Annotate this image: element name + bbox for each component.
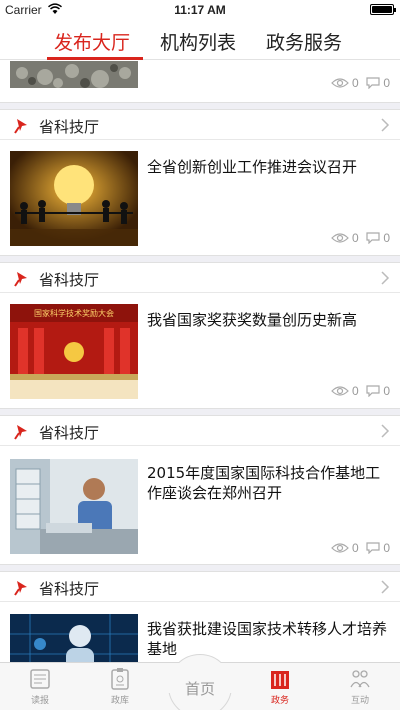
nav-label: 政库 bbox=[110, 696, 129, 706]
home-button-label[interactable]: 首页 bbox=[168, 678, 232, 699]
nav-government-affairs[interactable]: 政务 bbox=[250, 667, 310, 706]
comment-icon bbox=[366, 385, 380, 397]
active-tab-indicator bbox=[47, 57, 143, 60]
people-icon bbox=[350, 670, 370, 688]
comment-icon bbox=[366, 77, 380, 89]
view-count: 0 bbox=[351, 540, 359, 555]
clipboard-icon bbox=[111, 668, 129, 690]
nav-policy-library[interactable]: 政库 bbox=[90, 667, 150, 706]
news-card-partial[interactable]: 0 0 bbox=[0, 61, 400, 102]
nav-label: 互动 bbox=[350, 696, 369, 706]
eye-icon bbox=[330, 78, 349, 88]
card-separator bbox=[0, 408, 400, 416]
comment-count: 0 bbox=[383, 75, 390, 90]
news-feed[interactable]: 0 0 省科技厅 全省创新创业工作推进会议召开 0 0 省科技厅 国家科学技术奖… bbox=[0, 61, 400, 662]
card-header[interactable]: 省科技厅 bbox=[0, 110, 400, 140]
comment-count: 0 bbox=[383, 540, 390, 555]
comment-icon bbox=[366, 542, 380, 554]
card-separator bbox=[0, 255, 400, 263]
news-stats: 0 0 bbox=[330, 75, 390, 91]
news-title[interactable]: 我省国家奖获奖数量创历史新高 bbox=[147, 310, 388, 330]
news-card[interactable]: 省科技厅 全省创新创业工作推进会议召开 0 0 bbox=[0, 110, 400, 255]
newspaper-icon bbox=[30, 669, 50, 689]
eye-icon bbox=[330, 386, 349, 396]
clock: 11:17 AM bbox=[174, 3, 226, 17]
view-count: 0 bbox=[351, 230, 359, 245]
comment-count: 0 bbox=[383, 230, 390, 245]
chevron-right-icon bbox=[381, 580, 390, 594]
news-stats: 0 0 bbox=[330, 383, 390, 399]
news-title[interactable]: 我省获批建设国家技术转移人才培养基地 bbox=[147, 619, 388, 659]
comment-icon bbox=[366, 232, 380, 244]
nav-read-newspaper[interactable]: 读报 bbox=[10, 667, 70, 706]
news-title[interactable]: 全省创新创业工作推进会议召开 bbox=[147, 157, 388, 177]
card-header[interactable]: 省科技厅 bbox=[0, 263, 400, 293]
news-stats: 0 0 bbox=[330, 230, 390, 246]
source-label: 省科技厅 bbox=[39, 424, 100, 442]
news-thumbnail bbox=[10, 61, 138, 88]
news-thumbnail: 国家科学技术奖励大会 bbox=[10, 304, 138, 399]
news-card[interactable]: 省科技厅 国家科学技术奖励大会 我省国家奖获奖数量创历史新高 0 0 bbox=[0, 263, 400, 408]
news-card[interactable]: 省科技厅 2015年度国家国际科技合作基地工作座谈会在郑州召开 0 0 bbox=[0, 416, 400, 564]
pin-icon bbox=[14, 581, 27, 596]
eye-icon bbox=[330, 543, 349, 553]
eye-icon bbox=[330, 233, 349, 243]
view-count: 0 bbox=[351, 75, 359, 90]
chevron-right-icon bbox=[381, 271, 390, 285]
news-thumbnail bbox=[10, 459, 138, 554]
tab-government-services[interactable]: 政务服务 bbox=[266, 28, 342, 55]
card-header[interactable]: 省科技厅 bbox=[0, 572, 400, 602]
chevron-right-icon bbox=[381, 424, 390, 438]
news-card[interactable]: 省科技厅 我省获批建设国家技术转移人才培养基地 bbox=[0, 572, 400, 662]
nav-interaction[interactable]: 互动 bbox=[330, 667, 390, 706]
view-count: 0 bbox=[351, 383, 359, 398]
top-tabs: 发布大厅 机构列表 政务服务 bbox=[0, 20, 400, 60]
government-icon bbox=[271, 671, 289, 689]
news-title[interactable]: 2015年度国家国际科技合作基地工作座谈会在郑州召开 bbox=[147, 463, 388, 503]
nav-label: 政务 bbox=[270, 696, 289, 706]
battery-icon bbox=[370, 4, 396, 15]
chevron-right-icon bbox=[381, 118, 390, 132]
ceremony-banner-text: 国家科学技术奖励大会 bbox=[34, 308, 114, 318]
comment-count: 0 bbox=[383, 383, 390, 398]
news-stats: 0 0 bbox=[330, 540, 390, 556]
card-header[interactable]: 省科技厅 bbox=[0, 416, 400, 446]
pin-icon bbox=[14, 119, 27, 134]
nav-label: 读报 bbox=[30, 696, 49, 706]
status-bar: Carrier 11:17 AM bbox=[0, 0, 400, 20]
card-separator bbox=[0, 102, 400, 110]
card-separator bbox=[0, 564, 400, 572]
source-label: 省科技厅 bbox=[39, 118, 100, 136]
news-thumbnail bbox=[10, 151, 138, 246]
pin-icon bbox=[14, 425, 27, 440]
source-label: 省科技厅 bbox=[39, 271, 100, 289]
source-label: 省科技厅 bbox=[39, 580, 100, 598]
pin-icon bbox=[14, 272, 27, 287]
news-thumbnail bbox=[10, 614, 138, 662]
tab-agency-list[interactable]: 机构列表 bbox=[160, 28, 236, 55]
tab-publish-hall[interactable]: 发布大厅 bbox=[54, 28, 130, 55]
